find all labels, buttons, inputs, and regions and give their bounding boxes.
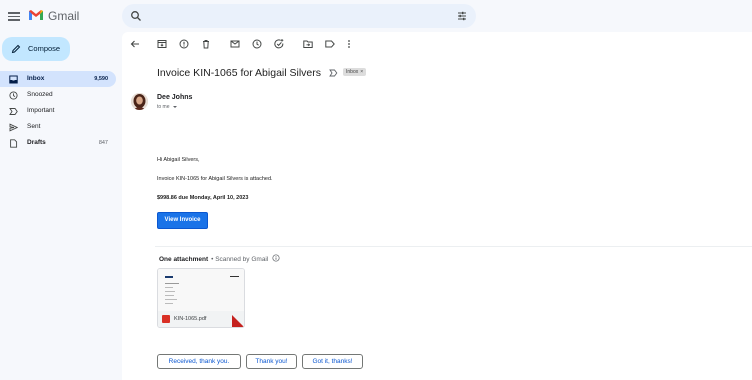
greeting-text: Hi Abigail Silvers,	[157, 157, 200, 163]
more-vert-icon[interactable]	[343, 38, 355, 50]
chevron-down-icon[interactable]	[172, 105, 177, 108]
sidebar-item-sent[interactable]: Sent	[0, 119, 116, 135]
send-icon	[9, 123, 18, 132]
main-menu-icon[interactable]	[8, 10, 20, 22]
sidebar-item-important[interactable]: Important	[0, 103, 116, 119]
smart-reply-got-it[interactable]: Got it, thanks!	[302, 354, 363, 369]
inbox-label-chip: Inbox ×	[343, 68, 367, 76]
scanned-label: • Scanned by Gmail	[211, 256, 269, 263]
label-chip-text: Inbox	[346, 69, 359, 75]
recipient-details[interactable]: to me	[157, 104, 177, 111]
add-task-icon[interactable]	[273, 38, 285, 50]
smart-reply-thank-you[interactable]: Thank you!	[246, 354, 297, 369]
clock-icon	[9, 91, 18, 100]
sender-photo	[131, 93, 148, 110]
snooze-icon[interactable]	[251, 38, 263, 50]
sidebar-item-inbox[interactable]: Inbox 9,590	[0, 71, 116, 87]
divider	[155, 246, 752, 247]
label-icon[interactable]	[324, 38, 336, 50]
delete-icon[interactable]	[200, 38, 212, 50]
pdf-icon	[162, 315, 170, 323]
draft-icon	[10, 139, 18, 148]
attachments-heading: One attachment • Scanned by Gmail	[159, 254, 280, 264]
report-spam-icon[interactable]	[178, 38, 190, 50]
amount-due: $998.86 due Monday, April 10, 2023	[157, 195, 249, 201]
inbox-icon	[9, 75, 18, 84]
move-to-icon[interactable]	[302, 38, 314, 50]
sidebar-item-label: Inbox	[27, 75, 45, 82]
info-icon[interactable]	[272, 254, 280, 262]
attachment-card[interactable]: KIN-1065.pdf	[157, 268, 245, 328]
search-input[interactable]	[150, 8, 450, 24]
back-arrow-icon[interactable]	[129, 38, 141, 50]
sidebar-item-snoozed[interactable]: Snoozed	[0, 87, 116, 103]
email-subject: Invoice KIN-1065 for Abigail Silvers	[157, 67, 321, 79]
gmail-app: Gmail Compose Inbox 9,590 Snoozed Import…	[0, 0, 752, 380]
search-bar[interactable]	[122, 4, 476, 28]
pencil-icon	[11, 44, 21, 54]
archive-icon[interactable]	[156, 38, 168, 50]
sidebar-item-label: Important	[27, 107, 55, 114]
mark-unread-icon[interactable]	[229, 38, 241, 50]
attachment-count-label: One attachment	[159, 256, 209, 263]
draft-count: 847	[98, 140, 108, 146]
message-panel: Invoice KIN-1065 for Abigail Silvers Inb…	[122, 32, 752, 380]
sidebar-nav: Inbox 9,590 Snoozed Important Sent Draft…	[0, 71, 116, 151]
sidebar-item-drafts[interactable]: Drafts 847	[0, 135, 116, 151]
search-icon[interactable]	[130, 10, 142, 22]
sidebar-item-label: Snoozed	[27, 91, 53, 98]
avatar[interactable]	[131, 93, 148, 110]
important-icon	[9, 108, 18, 115]
compose-button[interactable]: Compose	[2, 37, 70, 61]
top-bar: Gmail	[0, 0, 752, 32]
app-name: Gmail	[48, 9, 80, 23]
sender-name: Dee Johns	[157, 94, 193, 101]
compose-label: Compose	[28, 44, 61, 53]
body-line: Invoice KIN-1065 for Abigail Silvers is …	[157, 176, 273, 182]
important-marker-icon[interactable]	[329, 69, 338, 77]
unread-count: 9,590	[94, 76, 108, 82]
remove-label-button[interactable]: ×	[360, 69, 363, 75]
page-fold-icon	[232, 315, 244, 327]
smart-reply-received[interactable]: Received, thank you.	[157, 354, 241, 369]
search-options-icon[interactable]	[456, 10, 468, 22]
attachment-preview	[158, 269, 244, 311]
gmail-logo-icon	[29, 10, 43, 20]
sidebar-item-label: Sent	[27, 123, 41, 130]
recipient-text: to me	[157, 104, 170, 110]
attachment-filename: KIN-1065.pdf	[174, 316, 207, 322]
view-invoice-button[interactable]: View Invoice	[157, 212, 208, 229]
sidebar-item-label: Drafts	[27, 139, 46, 146]
